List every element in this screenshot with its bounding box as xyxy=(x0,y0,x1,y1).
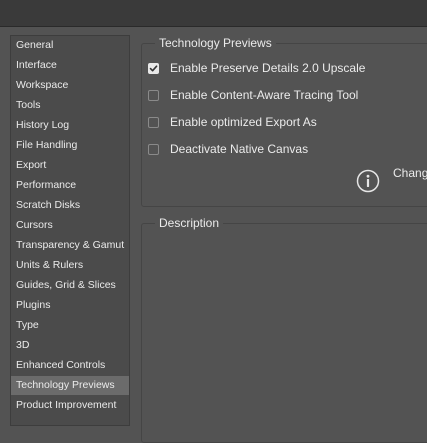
sidebar-item-transparency-gamut[interactable]: Transparency & Gamut xyxy=(11,236,129,255)
technology-previews-title: Technology Previews xyxy=(155,36,276,50)
option-preserve-details-upscale[interactable]: Enable Preserve Details 2.0 Upscale xyxy=(148,60,365,76)
sidebar-item-interface[interactable]: Interface xyxy=(11,56,129,75)
option-deactivate-native-canvas[interactable]: Deactivate Native Canvas xyxy=(148,141,308,157)
sidebar-item-tools[interactable]: Tools xyxy=(11,96,129,115)
sidebar-item-workspace[interactable]: Workspace xyxy=(11,76,129,95)
info-text: Chang xyxy=(393,166,427,180)
sidebar-item-performance[interactable]: Performance xyxy=(11,176,129,195)
option-label: Deactivate Native Canvas xyxy=(170,142,309,156)
preferences-sidebar: General Interface Workspace Tools Histor… xyxy=(10,35,130,426)
option-optimized-export-as[interactable]: Enable optimized Export As xyxy=(148,114,317,130)
sidebar-item-file-handling[interactable]: File Handling xyxy=(11,136,129,155)
sidebar-item-product-improvement[interactable]: Product Improvement xyxy=(11,396,129,415)
sidebar-item-plugins[interactable]: Plugins xyxy=(11,296,129,315)
option-content-aware-tracing[interactable]: Enable Content-Aware Tracing Tool xyxy=(148,87,358,103)
sidebar-item-scratch-disks[interactable]: Scratch Disks xyxy=(11,196,129,215)
sidebar-item-export[interactable]: Export xyxy=(11,156,129,175)
info-circle-icon xyxy=(356,169,380,193)
sidebar-item-type[interactable]: Type xyxy=(11,316,129,335)
sidebar-item-enhanced-controls[interactable]: Enhanced Controls xyxy=(11,356,129,375)
sidebar-item-technology-previews[interactable]: Technology Previews xyxy=(11,376,129,395)
sidebar-item-general[interactable]: General xyxy=(11,36,129,55)
description-title: Description xyxy=(155,216,224,230)
sidebar-item-history-log[interactable]: History Log xyxy=(11,116,129,135)
checkbox-content-aware-tracing[interactable] xyxy=(148,89,159,101)
option-label: Enable optimized Export As xyxy=(170,115,317,129)
description-group xyxy=(141,223,427,443)
sidebar-item-units-rulers[interactable]: Units & Rulers xyxy=(11,256,129,275)
checkbox-preserve-details-upscale[interactable] xyxy=(148,62,159,74)
sidebar-item-3d[interactable]: 3D xyxy=(11,336,129,355)
checkbox-optimized-export-as[interactable] xyxy=(148,116,159,128)
checkmark-icon xyxy=(149,64,158,71)
option-label: Enable Preserve Details 2.0 Upscale xyxy=(170,61,366,75)
sidebar-item-guides-grid-slices[interactable]: Guides, Grid & Slices xyxy=(11,276,129,295)
option-label: Enable Content-Aware Tracing Tool xyxy=(170,88,359,102)
checkbox-deactivate-native-canvas[interactable] xyxy=(148,143,159,155)
window-titlebar xyxy=(0,0,427,27)
sidebar-item-cursors[interactable]: Cursors xyxy=(11,216,129,235)
